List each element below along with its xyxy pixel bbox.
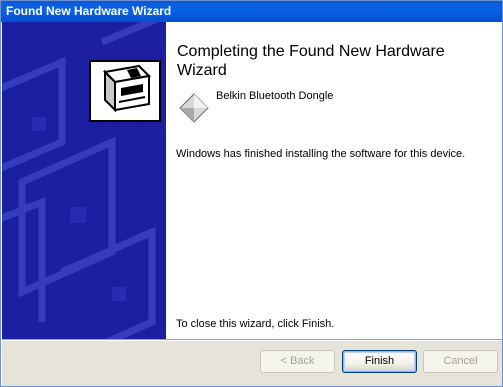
back-button[interactable]: < Back bbox=[260, 350, 335, 373]
hardware-wizard-icon bbox=[89, 60, 161, 122]
close-instruction: To close this wizard, click Finish. bbox=[176, 318, 335, 330]
device-diamond-icon bbox=[178, 92, 210, 124]
cancel-button[interactable]: Cancel bbox=[423, 350, 498, 373]
page-title: Completing the Found New Hardware Wizard bbox=[177, 43, 445, 79]
wizard-window: Found New Hardware Wizard Completing the… bbox=[0, 0, 503, 387]
side-panel-graphic bbox=[2, 22, 166, 339]
finish-button[interactable]: Finish bbox=[342, 350, 417, 373]
finished-message: Windows has finished installing the soft… bbox=[176, 148, 466, 160]
button-bar: < Back Finish Cancel bbox=[2, 341, 502, 386]
device-name: Belkin Bluetooth Dongle bbox=[216, 90, 334, 102]
wizard-content: Completing the Found New Hardware Wizard… bbox=[166, 22, 502, 339]
title-bar[interactable]: Found New Hardware Wizard bbox=[1, 1, 502, 22]
window-title: Found New Hardware Wizard bbox=[6, 4, 172, 18]
